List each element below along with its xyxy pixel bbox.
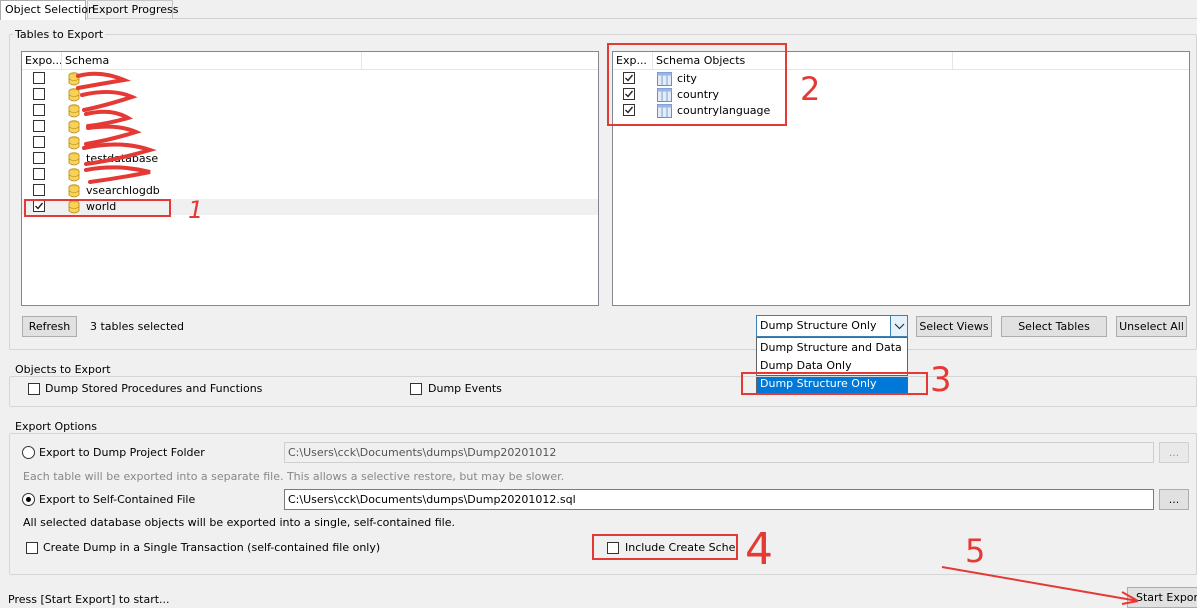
- schema-name: vsearchlogdb: [86, 184, 160, 197]
- object-name: countrylanguage: [677, 104, 771, 117]
- dump-type-value: Dump Structure Only: [760, 319, 877, 332]
- schema-row[interactable]: [22, 119, 598, 135]
- dump-procedures-checkbox[interactable]: [28, 383, 40, 395]
- database-icon: [68, 168, 80, 182]
- tab-export-progress[interactable]: Export Progress: [87, 0, 178, 19]
- refresh-button[interactable]: Refresh: [22, 316, 77, 337]
- schema-object-row[interactable]: country: [613, 87, 1189, 103]
- annotation-step-3: 3: [930, 360, 952, 400]
- col-schema-header[interactable]: Schema: [62, 52, 362, 70]
- export-checkbox[interactable]: [33, 72, 45, 84]
- tab-divider: [0, 18, 1197, 19]
- annotation-step-2: 2: [800, 70, 821, 108]
- schema-row[interactable]: [22, 167, 598, 183]
- schema-row[interactable]: testdatabase: [22, 151, 598, 167]
- single-transaction-checkbox[interactable]: [26, 542, 38, 554]
- database-icon: [68, 72, 80, 86]
- object-name: country: [677, 88, 720, 101]
- folder-hint: Each table will be exported into a separ…: [23, 470, 565, 483]
- include-create-schema-label: Include Create Schema: [625, 541, 735, 554]
- dump-events-checkbox[interactable]: [410, 383, 422, 395]
- file-path-field[interactable]: C:\Users\cck\Documents\dumps\Dump2020101…: [284, 489, 1154, 510]
- export-checkbox[interactable]: [33, 120, 45, 132]
- tab-object-selection[interactable]: Object Selection: [0, 0, 95, 20]
- export-checkbox[interactable]: [33, 200, 45, 212]
- schema-objects-list[interactable]: Exp... Schema Objects city country country…: [612, 51, 1190, 306]
- schema-name: testdatabase: [86, 152, 159, 165]
- table-icon: [657, 88, 672, 102]
- export-checkbox[interactable]: [33, 168, 45, 180]
- dump-type-select[interactable]: Dump Structure Only: [756, 315, 908, 337]
- select-views-button[interactable]: Select Views: [916, 316, 992, 337]
- dropdown-option-structure-and-data[interactable]: Dump Structure and Data: [757, 339, 907, 357]
- schema-row[interactable]: [22, 135, 598, 151]
- database-icon: [68, 200, 80, 214]
- table-icon: [657, 104, 672, 118]
- include-create-schema-checkbox[interactable]: [607, 542, 619, 554]
- database-icon: [68, 152, 80, 166]
- schema-row[interactable]: world: [22, 199, 598, 215]
- select-tables-button[interactable]: Select Tables: [1001, 316, 1107, 337]
- col-objects-header[interactable]: Schema Objects: [653, 52, 953, 70]
- chevron-down-icon: [894, 323, 905, 330]
- database-icon: [68, 104, 80, 118]
- export-checkbox[interactable]: [33, 104, 45, 116]
- export-file-label: Export to Self-Contained File: [39, 493, 196, 506]
- export-folder-radio[interactable]: [22, 446, 35, 459]
- database-icon: [68, 120, 80, 134]
- schema-object-row[interactable]: countrylanguage: [613, 103, 1189, 119]
- export-file-radio[interactable]: [22, 493, 35, 506]
- dropdown-option-data-only[interactable]: Dump Data Only: [757, 357, 907, 375]
- table-icon: [657, 72, 672, 86]
- browse-file-button[interactable]: ...: [1159, 489, 1189, 510]
- unselect-all-button[interactable]: Unselect All: [1116, 316, 1187, 337]
- export-options-title: Export Options: [13, 420, 99, 433]
- objects-to-export-title: Objects to Export: [13, 363, 113, 376]
- start-export-button[interactable]: Start Export: [1127, 587, 1197, 608]
- export-folder-label: Export to Dump Project Folder: [39, 446, 205, 459]
- dump-events-label: Dump Events: [428, 382, 502, 395]
- file-hint: All selected database objects will be ex…: [23, 516, 455, 529]
- database-icon: [68, 184, 80, 198]
- export-checkbox[interactable]: [623, 104, 635, 116]
- single-transaction-label: Create Dump in a Single Transaction (sel…: [43, 541, 381, 554]
- annotation-step-5: 5: [965, 532, 986, 570]
- export-checkbox[interactable]: [33, 152, 45, 164]
- annotation-step-1: 1: [188, 196, 204, 224]
- schema-object-row[interactable]: city: [613, 71, 1189, 87]
- folder-path-field[interactable]: C:\Users\cck\Documents\dumps\Dump2020101…: [284, 442, 1154, 463]
- col-export-header[interactable]: Exp...: [613, 52, 653, 70]
- export-checkbox[interactable]: [33, 136, 45, 148]
- annotation-step-4: 4: [745, 524, 773, 575]
- objects-list-header: Exp... Schema Objects: [613, 52, 1189, 70]
- schema-row[interactable]: vsearchlogdb: [22, 183, 598, 199]
- export-checkbox[interactable]: [623, 72, 635, 84]
- schema-name: world: [86, 200, 117, 213]
- dropdown-toggle[interactable]: [890, 316, 907, 336]
- footer-status: Press [Start Export] to start...: [8, 593, 170, 606]
- dump-procedures-label: Dump Stored Procedures and Functions: [45, 382, 263, 395]
- database-icon: [68, 136, 80, 150]
- schema-row[interactable]: [22, 71, 598, 87]
- tables-to-export-title: Tables to Export: [13, 28, 106, 41]
- schema-row[interactable]: [22, 103, 598, 119]
- schema-list[interactable]: Expo... Schema testdatabase vsearchlogdb w…: [21, 51, 599, 306]
- schema-list-header: Expo... Schema: [22, 52, 598, 70]
- selection-status: 3 tables selected: [90, 320, 185, 333]
- database-icon: [68, 88, 80, 102]
- schema-row[interactable]: [22, 87, 598, 103]
- col-export-header[interactable]: Expo...: [22, 52, 62, 70]
- export-checkbox[interactable]: [33, 88, 45, 100]
- export-checkbox[interactable]: [623, 88, 635, 100]
- browse-folder-button[interactable]: ...: [1159, 442, 1189, 463]
- export-checkbox[interactable]: [33, 184, 45, 196]
- object-name: city: [677, 72, 697, 85]
